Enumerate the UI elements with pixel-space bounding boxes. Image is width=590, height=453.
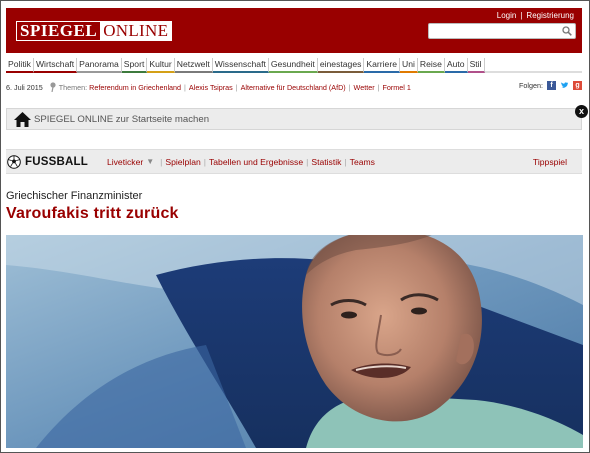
fussball-link-tabellen[interactable]: Tabellen und Ergebnisse	[209, 157, 303, 167]
nav-item-panorama[interactable]: Panorama	[77, 58, 122, 73]
fussball-link-teams[interactable]: Teams	[350, 157, 375, 167]
nav-item-auto[interactable]: Auto	[444, 58, 468, 73]
theme-links: Referendum in Griechenland | Alexis Tsipra…	[89, 83, 411, 92]
nav-item-uni[interactable]: Uni	[399, 58, 418, 73]
fussball-title[interactable]: FUSSBALL	[25, 156, 88, 168]
follow-label: Folgen:	[519, 81, 543, 90]
search-input[interactable]	[428, 23, 576, 39]
nav-item-gesundheit[interactable]: Gesundheit	[268, 58, 318, 73]
themes-label: Themen:	[58, 82, 88, 92]
nav-item-wirtschaft[interactable]: Wirtschaft	[33, 58, 78, 73]
theme-link[interactable]: Wetter	[354, 83, 375, 92]
nav-item-wissenschaft[interactable]: Wissenschaft	[212, 58, 269, 73]
account-links: Login | Registrierung	[497, 11, 574, 20]
spiegel-online-logo[interactable]: SPIEGEL ONLINE	[16, 21, 173, 41]
soccer-ball-icon	[7, 154, 21, 169]
theme-link[interactable]: Formel 1	[382, 83, 410, 92]
nav-item-karriere[interactable]: Karriere	[364, 58, 400, 73]
current-date: 6. Juli 2015	[6, 82, 43, 92]
theme-link[interactable]: Alternative für Deutschland (AfD)	[241, 83, 346, 92]
login-link[interactable]: Login	[497, 11, 517, 20]
article-photo[interactable]	[6, 235, 583, 448]
twitter-icon[interactable]	[560, 81, 569, 90]
googleplus-icon[interactable]: g	[573, 81, 582, 90]
theme-link[interactable]: Alexis Tsipras	[189, 83, 233, 92]
fussball-divider: |	[203, 156, 206, 167]
nav-item-kultur[interactable]: Kultur	[147, 58, 175, 73]
article-headline[interactable]: Varoufakis tritt zurück	[6, 205, 179, 223]
nav-item-einestages[interactable]: einestages	[317, 58, 365, 73]
facebook-icon[interactable]: f	[547, 81, 556, 90]
theme-divider: |	[348, 82, 351, 92]
fussball-link-spielplan[interactable]: Spielplan	[165, 157, 200, 167]
nav-item-politik[interactable]: Politik	[6, 58, 34, 73]
logo-spiegel: SPIEGEL	[17, 22, 101, 40]
theme-divider: |	[184, 82, 186, 92]
fussball-divider: |	[306, 156, 309, 167]
themes-bar: 6. Juli 2015 Themen: Referendum in Griec…	[6, 81, 582, 93]
account-divider: |	[520, 11, 523, 20]
nav-item-netzwelt[interactable]: Netzwelt	[174, 58, 213, 73]
tippspiel-link[interactable]: Tippspiel	[533, 157, 567, 167]
fussball-divider: |	[160, 156, 163, 167]
register-link[interactable]: Registrierung	[526, 11, 574, 20]
close-startpage-button[interactable]: x	[575, 105, 588, 118]
nav-item-stil[interactable]: Stil	[467, 58, 485, 73]
theme-divider: |	[377, 82, 380, 92]
nav-item-reise[interactable]: Reise	[417, 58, 445, 73]
article-kicker[interactable]: Griechischer Finanzminister	[6, 190, 142, 202]
theme-link[interactable]: Referendum in Griechenland	[89, 83, 181, 92]
pin-icon	[50, 82, 56, 92]
main-navigation: Politik Wirtschaft Panorama Sport Kultur Netz…	[6, 58, 582, 73]
nav-filler	[484, 58, 582, 73]
chevron-down-icon[interactable]: ▼	[146, 157, 154, 166]
home-icon	[14, 111, 31, 127]
browser-frame: SPIEGEL ONLINE Login | Registrierung Pol…	[0, 0, 590, 453]
fussball-bar: FUSSBALL Liveticker ▼ | Spielplan | Tabe…	[6, 149, 582, 174]
search-icon[interactable]	[562, 26, 572, 36]
nav-item-sport[interactable]: Sport	[121, 58, 148, 73]
startpage-bar[interactable]: SPIEGEL ONLINE zur Startseite machen	[6, 108, 582, 130]
fussball-link-statistik[interactable]: Statistik	[311, 157, 341, 167]
theme-divider: |	[235, 82, 238, 92]
follow-links: Folgen: f g	[519, 81, 582, 90]
logo-online: ONLINE	[100, 22, 172, 40]
fussball-link-liveticker[interactable]: Liveticker	[107, 157, 143, 167]
varoufakis-photo	[6, 235, 583, 448]
startpage-text[interactable]: SPIEGEL ONLINE zur Startseite machen	[34, 114, 209, 125]
fussball-divider: |	[344, 156, 347, 167]
site-header: SPIEGEL ONLINE Login | Registrierung	[6, 8, 582, 53]
